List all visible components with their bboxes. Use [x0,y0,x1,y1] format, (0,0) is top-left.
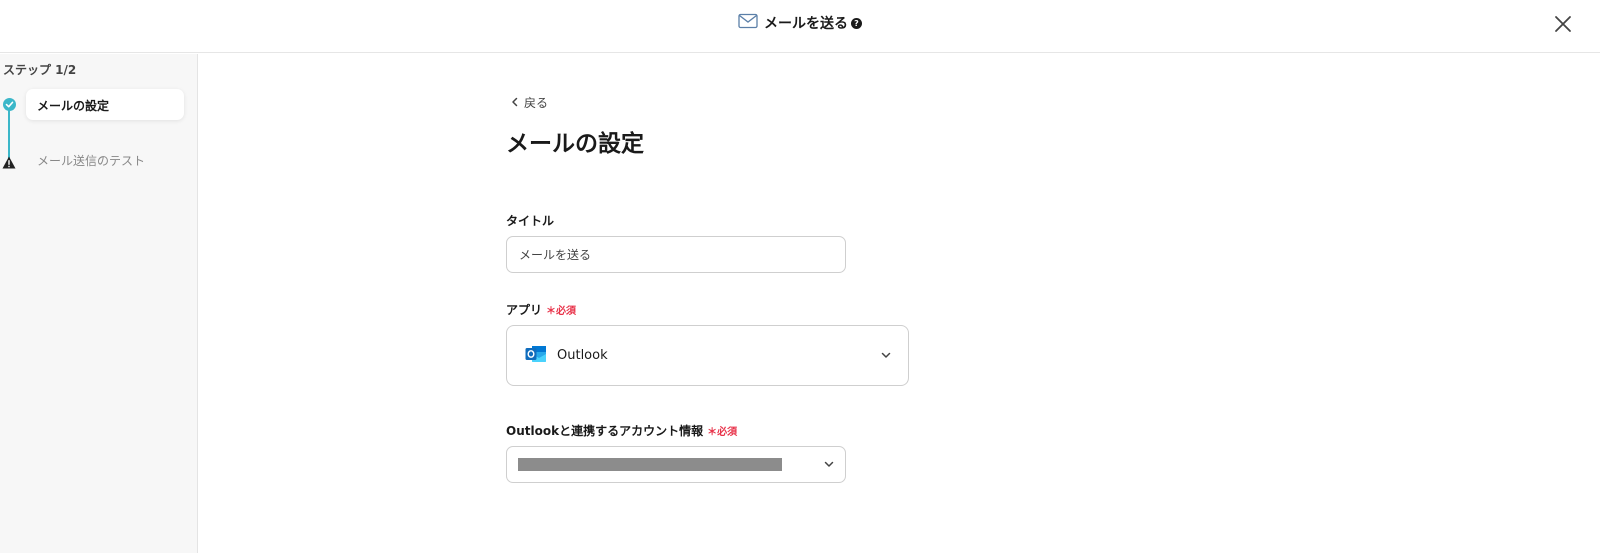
chevron-down-icon [823,455,835,474]
step-item-mail-settings[interactable]: メールの設定 [26,89,184,120]
modal-title-group: メールを送る ? [0,13,1600,33]
envelope-icon [738,13,758,33]
close-icon[interactable] [1552,13,1574,35]
modal-title: メールを送る [764,16,848,32]
title-field-label: タイトル [506,212,554,229]
step-progress-line [8,106,10,161]
back-label: 戻る [524,96,549,110]
outlook-icon [525,344,547,368]
required-badge: ＊必須 [546,306,577,317]
app-label-text: アプリ [506,303,543,317]
app-select[interactable]: Outlook [506,325,909,386]
chevron-down-icon [880,346,892,365]
account-select[interactable] [506,446,846,483]
step-item-mail-test[interactable]: メール送信のテスト [37,152,145,169]
account-field-label: Outlookと連携するアカウント情報 ＊必須 [506,422,737,439]
app-name: Outlook [557,348,608,363]
app-field-label: アプリ ＊必須 [506,301,576,318]
chevron-left-icon [510,96,520,110]
redacted-account-value [518,458,782,471]
help-icon[interactable]: ? [851,17,862,29]
back-link[interactable]: 戻る [510,94,548,111]
title-input[interactable] [506,236,846,273]
step-sidebar: ステップ 1/2 メールの設定 メール送信のテスト [0,54,198,553]
title-label-text: タイトル [506,214,555,228]
required-label: 必須 [556,306,577,317]
check-icon [3,98,16,111]
required-label: 必須 [717,427,738,438]
required-badge: ＊必須 [707,427,738,438]
step-counter: ステップ 1/2 [3,63,77,77]
account-label-text: Outlookと連携するアカウント情報 [506,424,704,438]
warning-icon [2,154,16,169]
page-title: メールの設定 [506,131,644,157]
modal-header: メールを送る ? [0,0,1600,53]
